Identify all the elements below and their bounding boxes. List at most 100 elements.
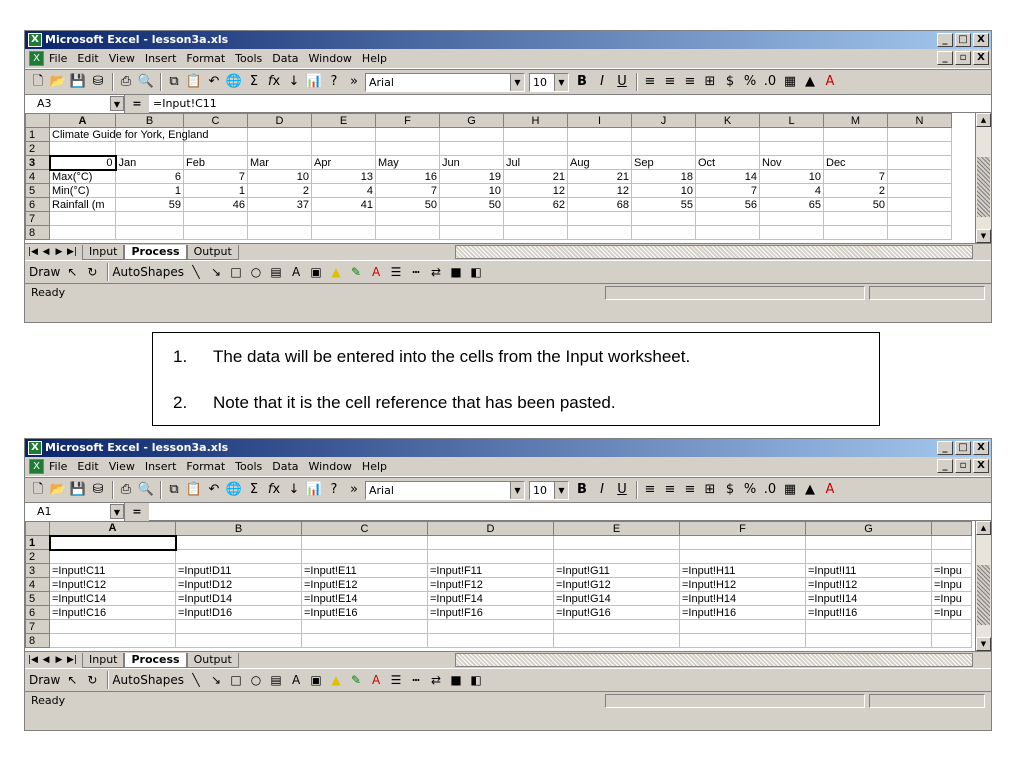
cell[interactable]: 16 [375, 169, 440, 184]
permission-icon[interactable]: ⛁ [89, 480, 107, 500]
textbox-icon[interactable]: ▤ [268, 265, 284, 279]
bold-button[interactable]: B [573, 480, 591, 500]
cell[interactable] [631, 141, 696, 156]
cell[interactable]: =Input!F11 [427, 563, 554, 578]
save-icon[interactable]: 💾 [69, 72, 87, 92]
wordart-icon[interactable]: A [288, 673, 304, 687]
arrow-icon[interactable]: ↘ [208, 673, 224, 687]
line-color-icon[interactable]: ✎ [348, 673, 364, 687]
cell[interactable] [931, 549, 972, 564]
vertical-scrollbar[interactable]: ▲ ▼ [975, 521, 991, 651]
align-right-icon[interactable]: ≡ [681, 72, 699, 92]
cell[interactable]: =Input!C16 [49, 605, 176, 620]
tab-process[interactable]: Process [124, 652, 187, 668]
more-buttons-icon[interactable]: » [345, 480, 363, 500]
percent-icon[interactable]: % [741, 480, 759, 500]
scroll-down-icon[interactable]: ▼ [976, 637, 991, 651]
cell[interactable] [695, 141, 760, 156]
cell[interactable] [805, 535, 932, 550]
row-header[interactable]: 7 [25, 619, 50, 634]
cell[interactable]: 46 [183, 197, 248, 212]
cell[interactable] [49, 225, 116, 240]
cell[interactable]: =Input!D14 [175, 591, 302, 606]
cell[interactable] [567, 141, 632, 156]
row-header[interactable]: 7 [25, 211, 50, 226]
cell[interactable] [931, 535, 972, 550]
cell[interactable]: Jan [115, 155, 184, 170]
3d-icon[interactable]: ◧ [468, 265, 484, 279]
arrow-icon[interactable]: ↘ [208, 265, 224, 279]
cell[interactable] [49, 619, 176, 634]
cell[interactable]: =Input!F14 [427, 591, 554, 606]
cell[interactable]: 12 [567, 183, 632, 198]
3d-icon[interactable]: ◧ [468, 673, 484, 687]
first-sheet-icon[interactable]: |◀ [27, 655, 39, 665]
align-left-icon[interactable]: ≡ [641, 72, 659, 92]
column-header[interactable]: N [887, 113, 952, 128]
doc-close-button[interactable]: X [973, 51, 989, 65]
row-header[interactable]: 3 [25, 563, 50, 578]
cell[interactable]: 19 [439, 169, 504, 184]
copy-icon[interactable]: ⧉ [165, 72, 183, 92]
cell[interactable]: May [375, 155, 440, 170]
workbook-icon[interactable]: X [29, 51, 44, 66]
cell[interactable]: =Input!C11 [49, 563, 176, 578]
cell[interactable]: 0 [48, 154, 117, 171]
fill-color-icon[interactable]: ▲ [328, 265, 344, 279]
cell[interactable] [695, 225, 760, 240]
scroll-up-icon[interactable]: ▲ [976, 113, 991, 127]
cell[interactable]: 7 [823, 169, 888, 184]
row-header[interactable]: 1 [25, 127, 50, 142]
column-header[interactable]: B [115, 113, 184, 128]
cell[interactable]: Jul [503, 155, 568, 170]
column-header[interactable]: E [311, 113, 376, 128]
menu-format[interactable]: Format [186, 460, 225, 473]
menu-data[interactable]: Data [272, 460, 298, 473]
doc-minimize-button[interactable]: _ [937, 51, 953, 65]
horizontal-scrollbar[interactable] [455, 653, 973, 667]
column-header[interactable]: C [183, 113, 248, 128]
open-icon[interactable]: 📂 [49, 480, 67, 500]
cell[interactable]: 7 [695, 183, 760, 198]
cell[interactable] [823, 225, 888, 240]
horizontal-scrollbar[interactable] [455, 245, 973, 259]
row-header[interactable]: 2 [25, 141, 50, 156]
cell[interactable] [301, 535, 428, 550]
vertical-scrollbar[interactable]: ▲ ▼ [975, 113, 991, 243]
borders-icon[interactable]: ▦ [781, 480, 799, 500]
font-size-select[interactable]: 10 ▼ [529, 72, 569, 92]
scroll-up-icon[interactable]: ▲ [976, 521, 991, 535]
column-header[interactable]: C [301, 521, 428, 536]
column-header[interactable]: M [823, 113, 888, 128]
menu-view[interactable]: View [109, 460, 135, 473]
tab-process[interactable]: Process [124, 244, 187, 260]
cell[interactable] [759, 211, 824, 226]
cell[interactable]: =Inpu [931, 563, 972, 578]
cell[interactable] [679, 535, 806, 550]
currency-icon[interactable]: $ [721, 72, 739, 92]
font-select[interactable]: Arial ▼ [365, 480, 525, 500]
cell[interactable] [503, 141, 568, 156]
help-icon[interactable]: ? [325, 480, 343, 500]
cell[interactable] [175, 549, 302, 564]
cell[interactable]: 41 [311, 197, 376, 212]
rotate-icon[interactable]: ↻ [84, 265, 100, 279]
column-header[interactable]: D [427, 521, 554, 536]
cell[interactable]: 37 [247, 197, 312, 212]
cell[interactable]: =Inpu [931, 591, 972, 606]
cell[interactable] [631, 211, 696, 226]
cell[interactable] [553, 619, 680, 634]
wordart-icon[interactable]: A [288, 265, 304, 279]
function-icon[interactable]: fx [265, 480, 283, 500]
dash-style-icon[interactable]: ┅ [408, 673, 424, 687]
cell[interactable]: 56 [695, 197, 760, 212]
cell[interactable]: Jun [439, 155, 504, 170]
cell[interactable] [427, 633, 554, 648]
column-header[interactable]: D [247, 113, 312, 128]
font-color-icon[interactable]: A [821, 72, 839, 92]
clipart-icon[interactable]: ▣ [308, 673, 324, 687]
cell[interactable]: 18 [631, 169, 696, 184]
cell[interactable] [301, 549, 428, 564]
cell[interactable] [115, 225, 184, 240]
underline-button[interactable]: U [613, 72, 631, 92]
